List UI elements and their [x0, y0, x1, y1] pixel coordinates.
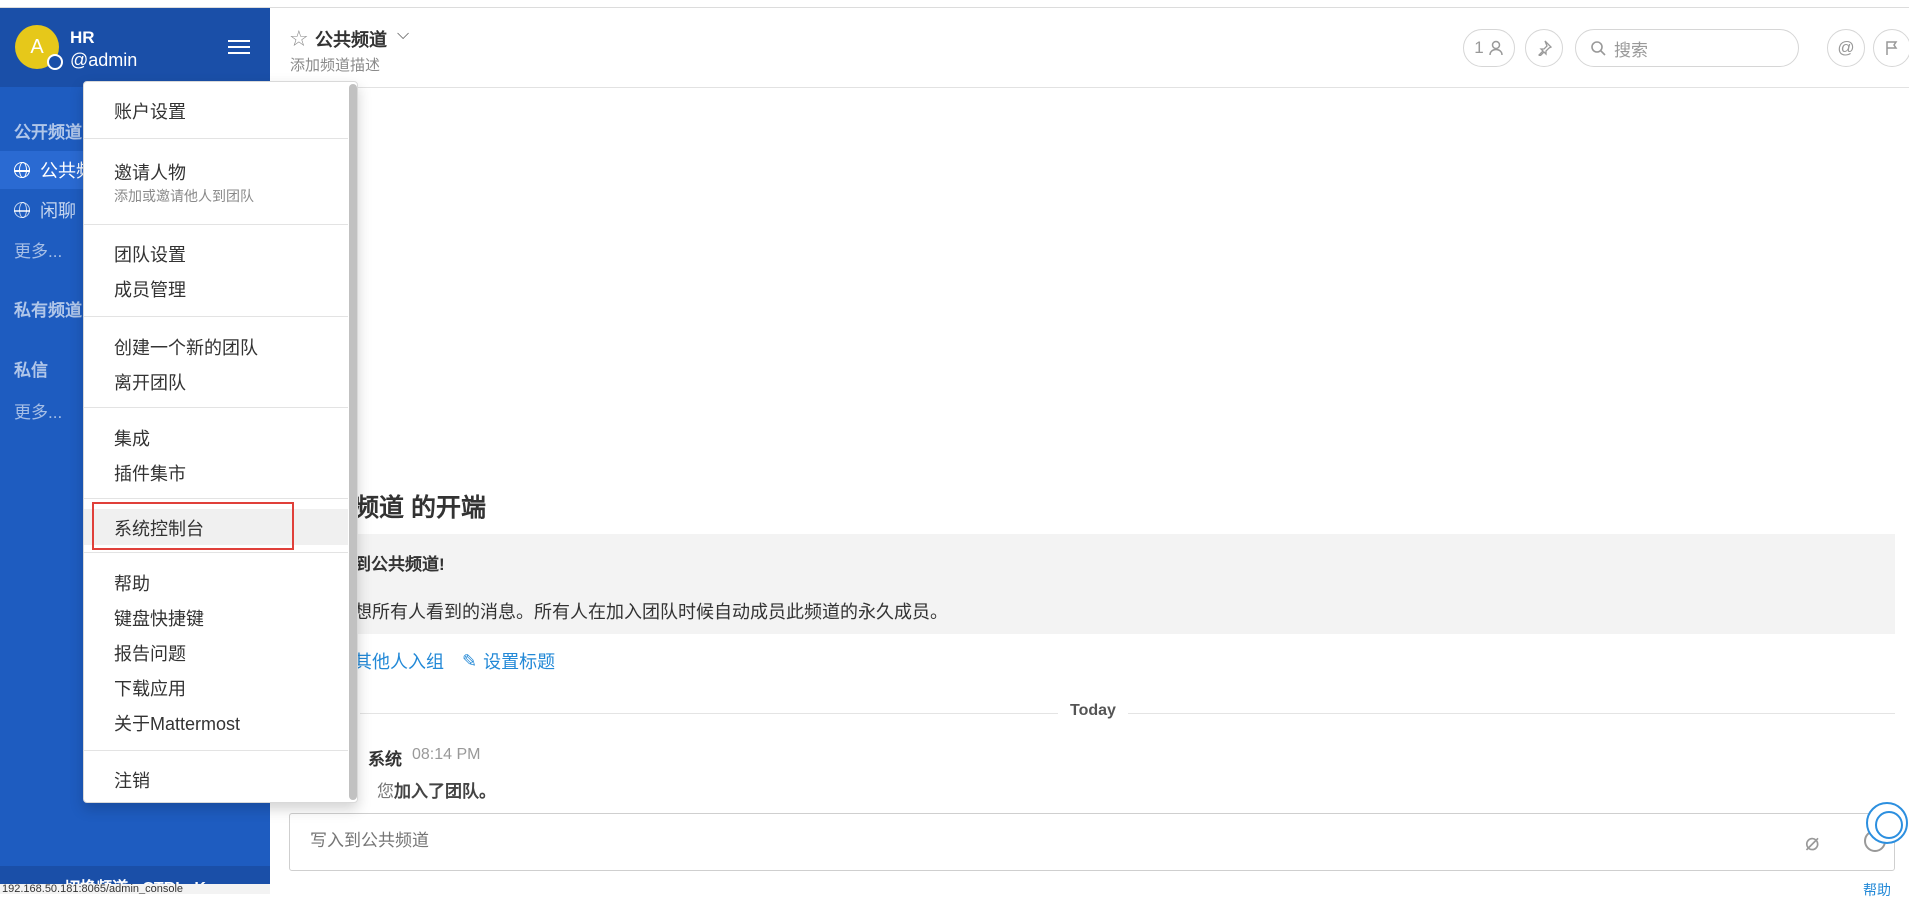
- menu-help[interactable]: 帮助: [114, 570, 150, 596]
- menu-invite-people-sub: 添加或邀请他人到团队: [114, 188, 254, 204]
- menu-manage-members[interactable]: 成员管理: [114, 276, 186, 302]
- sidebar-header[interactable]: A HR @admin: [0, 8, 270, 87]
- main-menu-dropdown: 账户设置 邀请人物 添加或邀请他人到团队 团队设置 成员管理 创建一个新的团队 …: [83, 81, 358, 803]
- pencil-icon: ✎: [462, 650, 478, 671]
- invite-others-link[interactable]: 其他人入组: [354, 648, 444, 674]
- chevron-down-icon[interactable]: ⌵: [397, 26, 409, 44]
- member-count-button[interactable]: 1: [1463, 29, 1515, 67]
- menu-divider: [84, 316, 348, 317]
- status-url: 192.168.50.181:8065/admin_console: [0, 884, 270, 894]
- sidebar-item-chat[interactable]: 闲聊: [14, 197, 76, 223]
- menu-divider: [84, 552, 348, 553]
- direct-messages-header: 私信: [14, 361, 48, 380]
- menu-leave-team[interactable]: 离开团队: [114, 369, 186, 395]
- menu-download-apps[interactable]: 下载应用: [114, 675, 186, 701]
- menu-scrollbar[interactable]: [349, 84, 357, 800]
- channel-title[interactable]: 公共频道: [315, 26, 387, 52]
- flag-icon[interactable]: [1873, 29, 1909, 67]
- channel-intro-title: 频道 的开端: [354, 494, 486, 522]
- menu-integrations[interactable]: 集成: [114, 425, 150, 451]
- mention-icon[interactable]: @: [1827, 29, 1865, 67]
- menu-divider: [84, 224, 348, 225]
- public-more-link[interactable]: 更多...: [14, 237, 62, 262]
- set-header-link[interactable]: ✎ 设置标题: [462, 648, 555, 674]
- menu-divider: [84, 138, 348, 139]
- message-text-bold: 加入了团队。: [394, 782, 496, 801]
- channel-description[interactable]: 添加频道描述: [290, 54, 380, 75]
- team-name: HR: [70, 28, 95, 47]
- menu-about[interactable]: 关于Mattermost: [114, 710, 240, 736]
- username: @admin: [70, 50, 138, 70]
- pin-icon[interactable]: [1525, 29, 1563, 67]
- menu-logout[interactable]: 注销: [114, 767, 150, 793]
- globe-icon: [14, 162, 30, 178]
- menu-invite-people[interactable]: 邀请人物: [114, 159, 186, 185]
- search-icon: [1591, 41, 1606, 56]
- avatar-letter: A: [30, 35, 44, 58]
- public-channels-header: 公开频道: [14, 123, 82, 142]
- help-bubble-icon[interactable]: [1866, 802, 1908, 844]
- member-count: 1: [1474, 38, 1484, 57]
- date-label: Today: [1058, 702, 1128, 720]
- paperclip-icon[interactable]: ⌀: [1805, 828, 1819, 857]
- menu-divider: [84, 407, 348, 408]
- star-icon[interactable]: ☆: [289, 26, 309, 52]
- menu-create-team[interactable]: 创建一个新的团队: [114, 334, 258, 360]
- menu-plugin-marketplace[interactable]: 插件集市: [114, 460, 186, 486]
- member-icon: [1488, 40, 1503, 56]
- channel-intro-text: 想所有人看到的消息。所有人在加入团队时候自动成员此频道的永久成员。: [354, 602, 948, 622]
- help-link[interactable]: 帮助: [1863, 880, 1891, 900]
- search-input[interactable]: 搜索: [1575, 29, 1799, 67]
- channel-header: ☆ 公共频道 ⌵ 添加频道描述 1 搜索 @: [270, 8, 1909, 88]
- set-header-label: 设置标题: [483, 652, 556, 672]
- globe-icon: [14, 202, 30, 218]
- top-border: [0, 0, 1909, 8]
- hamburger-menu-icon[interactable]: [228, 40, 250, 56]
- menu-keyboard-shortcuts[interactable]: 键盘快捷键: [114, 605, 204, 631]
- menu-account-settings[interactable]: 账户设置: [114, 98, 186, 124]
- message-time[interactable]: 08:14 PM: [412, 746, 480, 764]
- dm-more-link[interactable]: 更多...: [14, 398, 62, 423]
- private-channels-header: 私有频道: [14, 301, 82, 320]
- channel-intro-welcome: 到公共频道!: [354, 555, 445, 574]
- menu-report-problem[interactable]: 报告问题: [114, 640, 186, 666]
- status-icon[interactable]: [47, 54, 63, 70]
- message-input[interactable]: [308, 830, 1708, 852]
- menu-divider: [84, 750, 348, 751]
- message-author[interactable]: 系统: [368, 745, 402, 770]
- menu-team-settings[interactable]: 团队设置: [114, 241, 186, 267]
- sidebar-item-label: 闲聊: [40, 201, 76, 221]
- message-composer[interactable]: ⌀: [289, 813, 1895, 871]
- message-text: 您加入了团队。: [377, 777, 496, 802]
- message-text-prefix: 您: [377, 782, 394, 801]
- menu-divider: [84, 498, 348, 499]
- highlight-box: [92, 502, 294, 550]
- search-placeholder: 搜索: [1614, 40, 1648, 60]
